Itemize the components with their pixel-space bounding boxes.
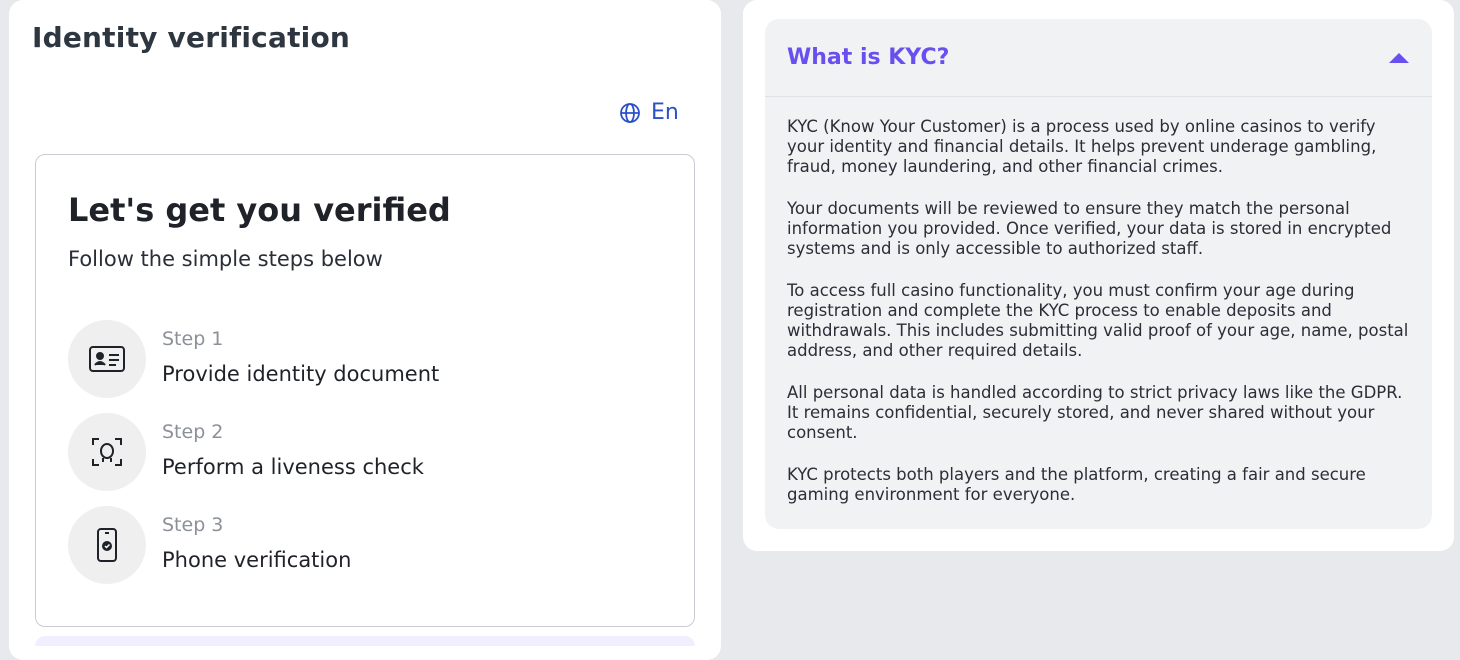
caret-up-icon[interactable] <box>1388 51 1410 65</box>
info-panel: What is KYC? KYC (Know Your Customer) is… <box>743 0 1454 551</box>
step-number: Step 1 <box>162 328 224 350</box>
card-subheading: Follow the simple steps below <box>68 247 383 271</box>
phone-check-icon <box>68 506 146 584</box>
language-selector[interactable]: En <box>619 100 679 125</box>
step-title: Provide identity document <box>162 362 440 386</box>
language-label: En <box>651 100 679 125</box>
step-title: Perform a liveness check <box>162 455 424 479</box>
step-number: Step 3 <box>162 514 224 536</box>
step-number: Step 2 <box>162 421 224 443</box>
step-title: Phone verification <box>162 548 352 572</box>
card-heading: Let's get you verified <box>68 191 451 229</box>
step-item: Step 3 Phone verification <box>68 506 351 584</box>
globe-icon <box>619 102 641 124</box>
kyc-paragraph: To access full casino functionality, you… <box>787 281 1409 360</box>
kyc-paragraph: All personal data is handled according t… <box>787 383 1403 442</box>
verification-panel: Identity verification En Let's get you v… <box>9 0 721 660</box>
verification-card: Let's get you verified Follow the simple… <box>35 154 695 627</box>
kyc-paragraph: KYC protects both players and the platfo… <box>787 465 1366 504</box>
step-item: Step 2 Perform a liveness check <box>68 413 424 491</box>
accordion-header[interactable]: What is KYC? <box>765 19 1432 97</box>
kyc-accordion: What is KYC? KYC (Know Your Customer) is… <box>765 19 1432 529</box>
kyc-paragraph: Your documents will be reviewed to ensur… <box>787 199 1392 258</box>
id-card-icon <box>68 320 146 398</box>
step-item: Step 1 Provide identity document <box>68 320 439 398</box>
page-title: Identity verification <box>32 21 351 54</box>
kyc-paragraph: KYC (Know Your Customer) is a process us… <box>787 117 1377 176</box>
accordion-title: What is KYC? <box>787 45 950 70</box>
face-scan-icon <box>68 413 146 491</box>
accordion-body: KYC (Know Your Customer) is a process us… <box>765 97 1432 505</box>
next-section-edge <box>35 636 695 646</box>
